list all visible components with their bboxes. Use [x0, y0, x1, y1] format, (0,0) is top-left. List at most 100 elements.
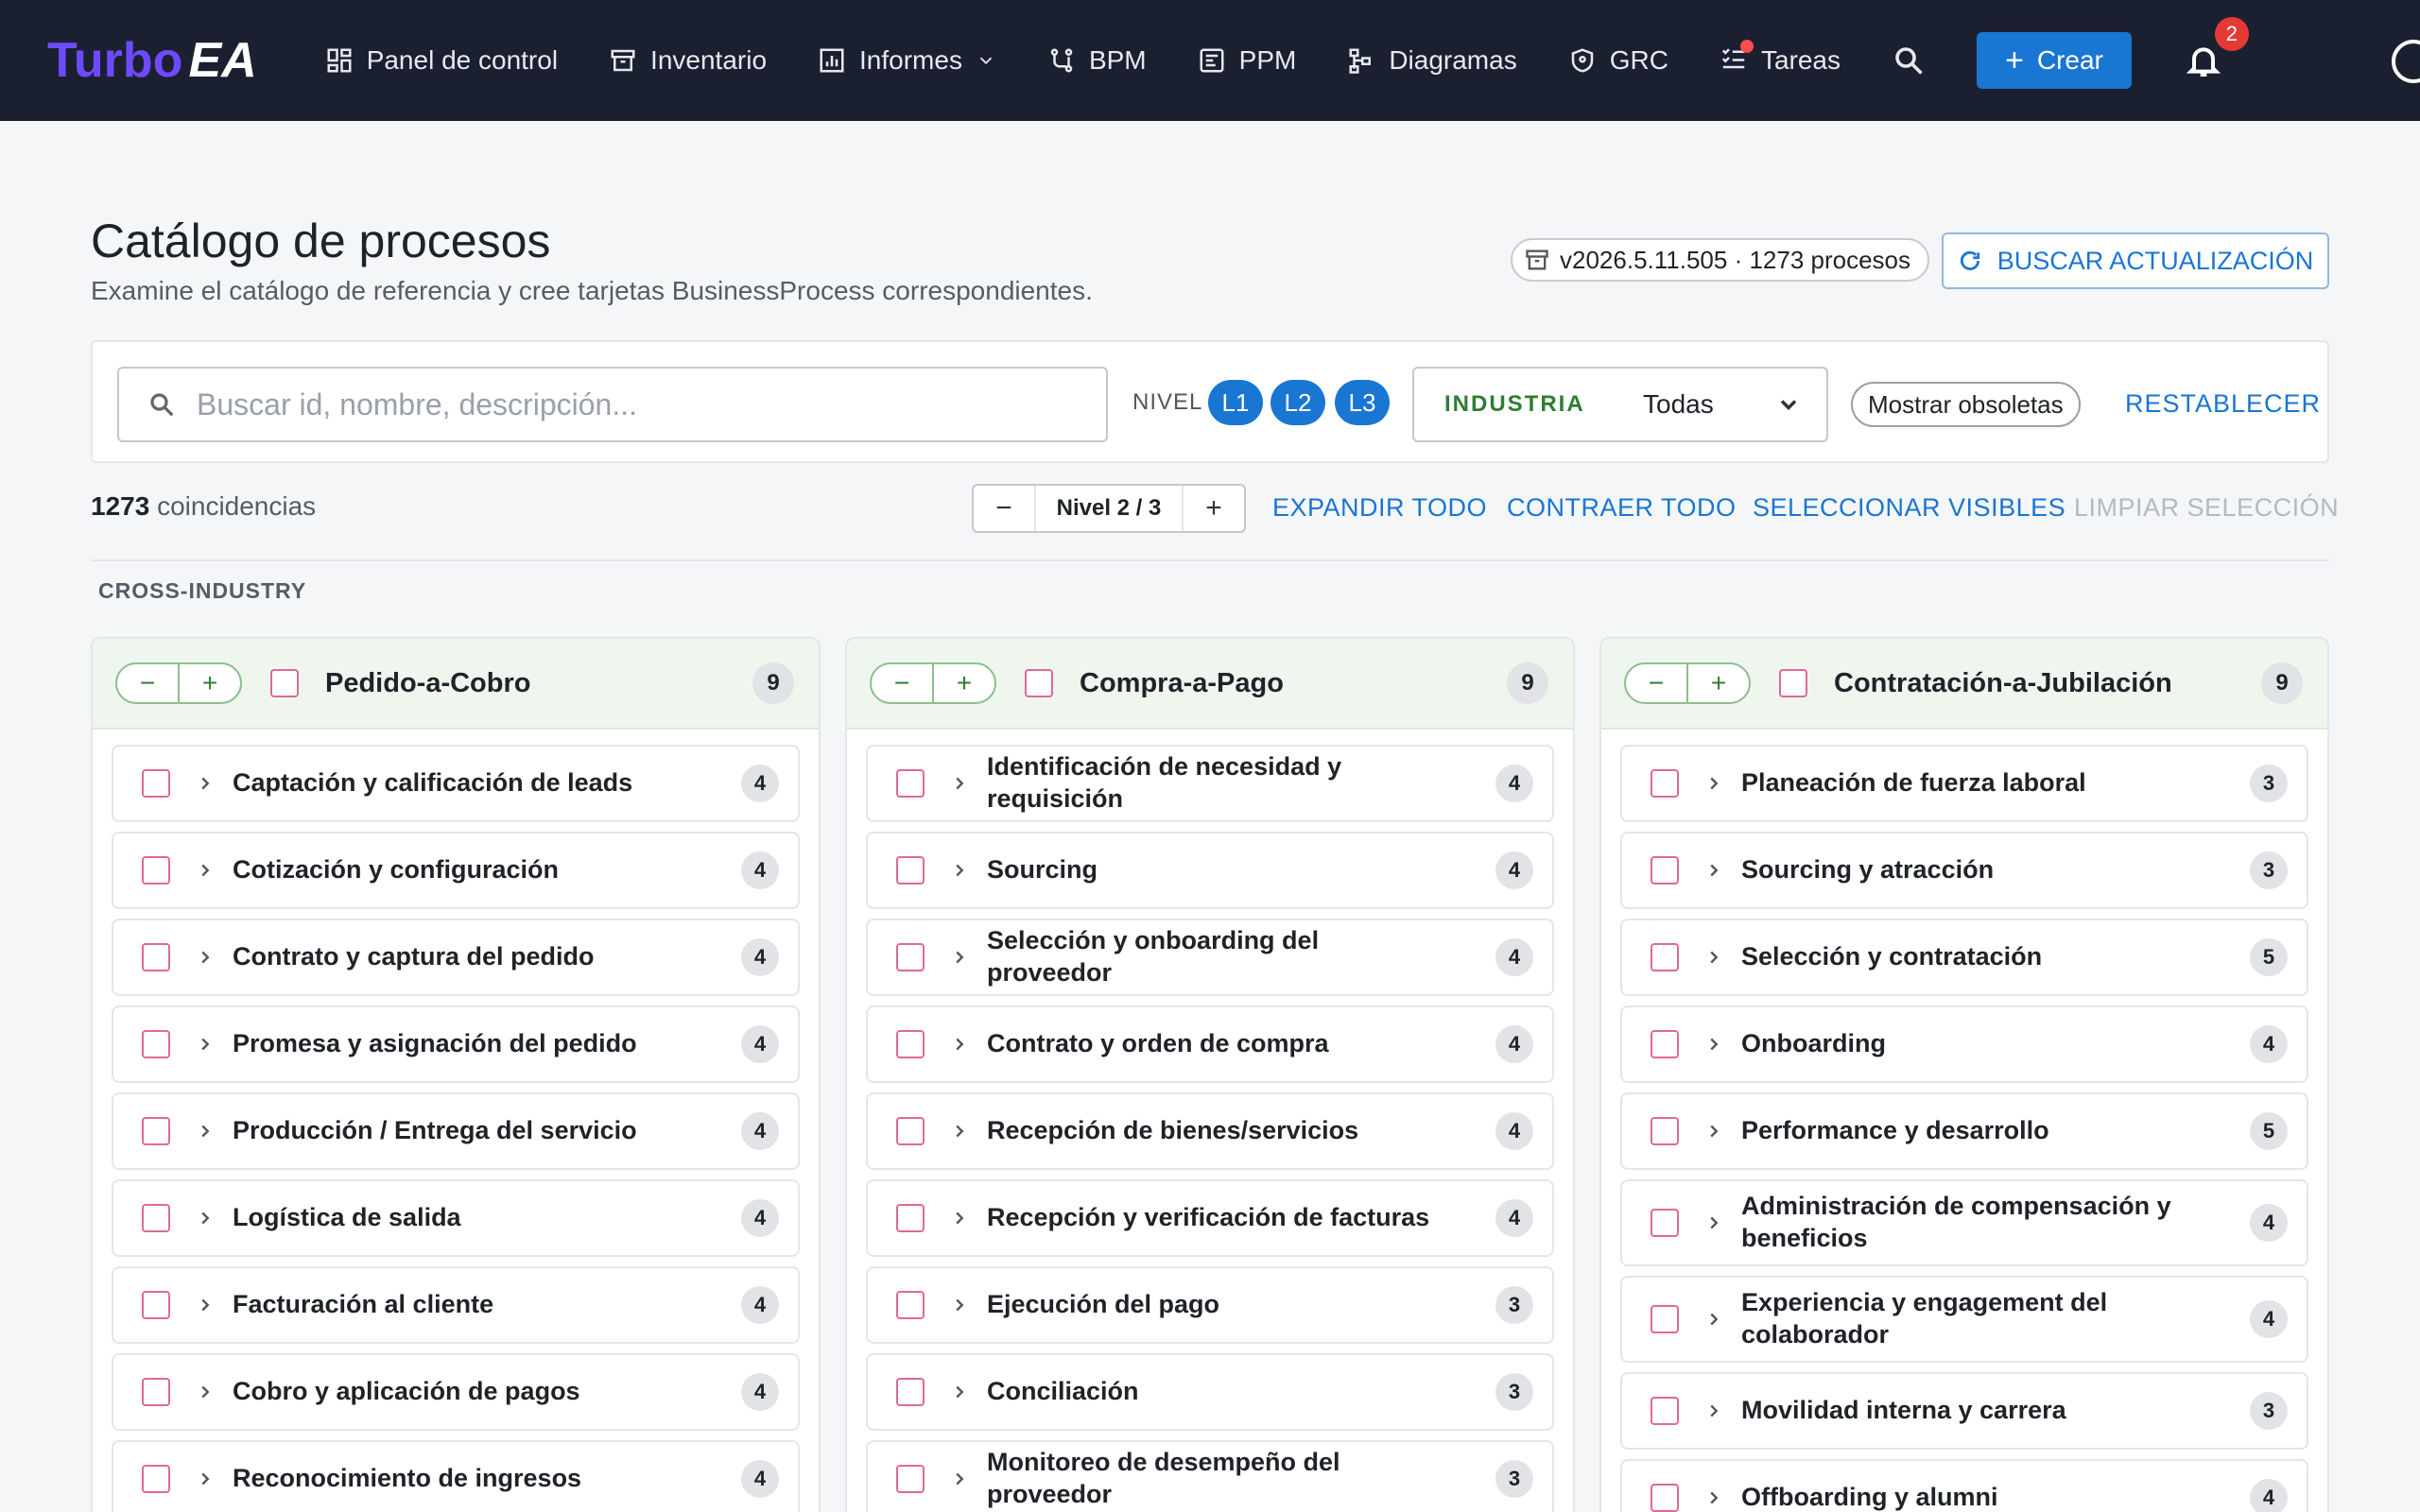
process-row[interactable]: Movilidad interna y carrera 3: [1620, 1372, 2308, 1450]
row-checkbox[interactable]: [896, 856, 925, 885]
process-row[interactable]: Facturación al cliente 4: [112, 1266, 800, 1344]
chevron-right-icon[interactable]: [949, 1469, 970, 1489]
row-checkbox[interactable]: [896, 1291, 925, 1319]
chevron-right-icon[interactable]: [949, 947, 970, 968]
reset-filters-button[interactable]: RESTABLECER: [2125, 389, 2321, 419]
collapse-level-button[interactable]: −: [1626, 664, 1688, 702]
process-row[interactable]: Reconocimiento de ingresos 4: [112, 1440, 800, 1512]
chevron-right-icon[interactable]: [949, 1034, 970, 1055]
notifications-button[interactable]: 2: [2181, 17, 2249, 83]
process-row[interactable]: Producción / Entrega del servicio 4: [112, 1092, 800, 1170]
row-checkbox[interactable]: [1651, 943, 1679, 971]
column-checkbox[interactable]: [1025, 669, 1053, 697]
search-input[interactable]: [197, 387, 1047, 422]
chevron-right-icon[interactable]: [949, 773, 970, 794]
process-row[interactable]: Performance y desarrollo 5: [1620, 1092, 2308, 1170]
nav-item-grc[interactable]: GRC: [1546, 32, 1691, 89]
row-checkbox[interactable]: [896, 1030, 925, 1058]
expand-all-button[interactable]: EXPANDIR TODO: [1272, 493, 1487, 523]
global-search-button[interactable]: [1892, 43, 1926, 77]
row-checkbox[interactable]: [896, 1117, 925, 1145]
chevron-right-icon[interactable]: [1703, 1034, 1724, 1055]
chevron-right-icon[interactable]: [195, 773, 216, 794]
nav-item-tareas[interactable]: Tareas: [1697, 30, 1863, 92]
chevron-right-icon[interactable]: [195, 947, 216, 968]
chevron-right-icon[interactable]: [949, 1295, 970, 1315]
chevron-right-icon[interactable]: [195, 1469, 216, 1489]
column-title[interactable]: Pedido-a-Cobro: [325, 668, 531, 699]
row-checkbox[interactable]: [142, 1465, 170, 1493]
nav-item-ppm[interactable]: PPM: [1175, 32, 1320, 89]
column-title[interactable]: Compra-a-Pago: [1080, 668, 1284, 699]
chevron-right-icon[interactable]: [1703, 860, 1724, 881]
row-checkbox[interactable]: [142, 1117, 170, 1145]
process-row[interactable]: Recepción y verificación de facturas 4: [866, 1179, 1554, 1257]
expand-level-button[interactable]: +: [180, 664, 240, 702]
process-row[interactable]: Recepción de bienes/servicios 4: [866, 1092, 1554, 1170]
process-row[interactable]: Cotización y configuración 4: [112, 832, 800, 909]
chevron-right-icon[interactable]: [1703, 773, 1724, 794]
chevron-right-icon[interactable]: [1703, 1121, 1724, 1142]
process-row[interactable]: Contrato y captura del pedido 4: [112, 919, 800, 996]
process-row[interactable]: Sourcing 4: [866, 832, 1554, 909]
nav-item-diagramas[interactable]: Diagramas: [1324, 32, 1539, 89]
chevron-right-icon[interactable]: [1703, 947, 1724, 968]
row-checkbox[interactable]: [896, 1204, 925, 1232]
process-row[interactable]: Administración de compensación y benefic…: [1620, 1179, 2308, 1266]
chevron-right-icon[interactable]: [1703, 1400, 1724, 1421]
process-row[interactable]: Logística de salida 4: [112, 1179, 800, 1257]
row-checkbox[interactable]: [896, 1378, 925, 1406]
column-checkbox[interactable]: [270, 669, 299, 697]
row-checkbox[interactable]: [1651, 1209, 1679, 1237]
level-decrease-button[interactable]: −: [974, 486, 1034, 531]
row-checkbox[interactable]: [142, 943, 170, 971]
nav-item-bpm[interactable]: BPM: [1025, 32, 1169, 89]
process-row[interactable]: Experiencia y engagement del colaborador…: [1620, 1276, 2308, 1363]
level-increase-button[interactable]: +: [1184, 486, 1244, 531]
collapse-level-button[interactable]: −: [117, 664, 180, 702]
process-row[interactable]: Conciliación 3: [866, 1353, 1554, 1431]
row-checkbox[interactable]: [1651, 1117, 1679, 1145]
check-update-button[interactable]: BUSCAR ACTUALIZACIÓN: [1942, 232, 2329, 289]
row-checkbox[interactable]: [142, 1030, 170, 1058]
chevron-right-icon[interactable]: [195, 1208, 216, 1228]
row-checkbox[interactable]: [1651, 1030, 1679, 1058]
level-chip-l3[interactable]: L3: [1335, 380, 1390, 425]
process-row[interactable]: Selección y contratación 5: [1620, 919, 2308, 996]
chevron-right-icon[interactable]: [949, 1382, 970, 1402]
create-button[interactable]: + Crear: [1977, 32, 2132, 89]
clear-selection-button[interactable]: LIMPIAR SELECCIÓN: [2074, 493, 2339, 523]
process-row[interactable]: Promesa y asignación del pedido 4: [112, 1005, 800, 1083]
process-row[interactable]: Selección y onboarding del proveedor 4: [866, 919, 1554, 996]
chevron-right-icon[interactable]: [1703, 1309, 1724, 1330]
process-row[interactable]: Captación y calificación de leads 4: [112, 745, 800, 822]
chevron-right-icon[interactable]: [949, 860, 970, 881]
chevron-right-icon[interactable]: [949, 1208, 970, 1228]
process-row[interactable]: Ejecución del pago 3: [866, 1266, 1554, 1344]
chevron-right-icon[interactable]: [949, 1121, 970, 1142]
row-checkbox[interactable]: [142, 1291, 170, 1319]
row-checkbox[interactable]: [896, 769, 925, 798]
level-chip-l1[interactable]: L1: [1208, 380, 1263, 425]
row-checkbox[interactable]: [142, 1378, 170, 1406]
chevron-right-icon[interactable]: [195, 1034, 216, 1055]
row-checkbox[interactable]: [896, 1465, 925, 1493]
row-checkbox[interactable]: [1651, 1397, 1679, 1425]
process-row[interactable]: Onboarding 4: [1620, 1005, 2308, 1083]
nav-item-inventario[interactable]: Inventario: [586, 32, 789, 89]
nav-item-panel-de-control[interactable]: Panel de control: [302, 32, 580, 89]
row-checkbox[interactable]: [1651, 769, 1679, 798]
expand-level-button[interactable]: +: [1688, 664, 1749, 702]
collapse-level-button[interactable]: −: [872, 664, 934, 702]
row-checkbox[interactable]: [1651, 1484, 1679, 1512]
row-checkbox[interactable]: [1651, 856, 1679, 885]
process-row[interactable]: Planeación de fuerza laboral 3: [1620, 745, 2308, 822]
turbo-ea-logo[interactable]: Turbo EA: [47, 32, 257, 89]
search-field[interactable]: [117, 367, 1108, 442]
row-checkbox[interactable]: [142, 856, 170, 885]
select-visible-button[interactable]: SELECCIONAR VISIBLES: [1753, 493, 2066, 523]
chevron-right-icon[interactable]: [195, 1382, 216, 1402]
row-checkbox[interactable]: [142, 769, 170, 798]
process-row[interactable]: Identificación de necesidad y requisició…: [866, 745, 1554, 822]
process-row[interactable]: Contrato y orden de compra 4: [866, 1005, 1554, 1083]
